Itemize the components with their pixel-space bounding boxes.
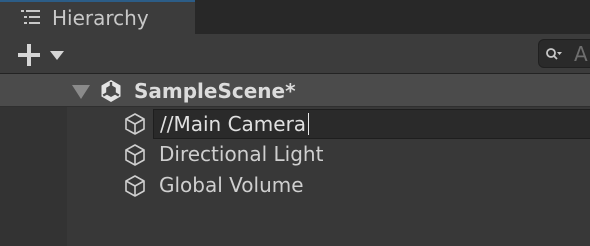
hierarchy-tree: SampleScene* //Main Camera Directional L… bbox=[0, 74, 590, 246]
rename-input-text: //Main Camera bbox=[160, 110, 310, 138]
hierarchy-toolbar: A bbox=[0, 34, 590, 74]
search-icon bbox=[546, 48, 562, 60]
tab-strip: Hierarchy bbox=[0, 0, 590, 34]
tree-item-label: Directional Light bbox=[159, 142, 324, 166]
cube-icon bbox=[125, 144, 145, 166]
tab-hierarchy[interactable]: Hierarchy bbox=[0, 0, 195, 34]
rename-input-value: //Main Camera bbox=[160, 112, 307, 136]
tab-title: Hierarchy bbox=[52, 6, 149, 30]
plus-icon bbox=[18, 44, 40, 66]
search-placeholder: A bbox=[574, 42, 588, 66]
chevron-down-icon bbox=[50, 51, 64, 60]
cube-icon bbox=[125, 175, 145, 197]
tree-item-global-volume[interactable]: Global Volume bbox=[67, 170, 590, 201]
tree-item-label: Global Volume bbox=[159, 173, 304, 197]
hierarchy-window: Hierarchy A SampleScene* //Main Camera D… bbox=[0, 0, 590, 246]
add-object-button[interactable] bbox=[12, 38, 70, 68]
cube-icon bbox=[125, 113, 145, 135]
scene-label: SampleScene* bbox=[134, 79, 296, 103]
search-input[interactable]: A bbox=[538, 39, 590, 68]
tree-item-directional-light[interactable]: Directional Light bbox=[67, 139, 590, 170]
indent-gutter bbox=[0, 107, 67, 246]
rename-input[interactable]: //Main Camera bbox=[153, 109, 590, 139]
hierarchy-list-icon bbox=[21, 10, 40, 24]
text-cursor bbox=[308, 113, 310, 135]
foldout-arrow-icon[interactable] bbox=[72, 85, 90, 99]
tree-item-main-camera[interactable]: //Main Camera bbox=[67, 108, 590, 139]
scene-row[interactable]: SampleScene* bbox=[0, 74, 590, 107]
unity-scene-icon bbox=[101, 80, 121, 102]
